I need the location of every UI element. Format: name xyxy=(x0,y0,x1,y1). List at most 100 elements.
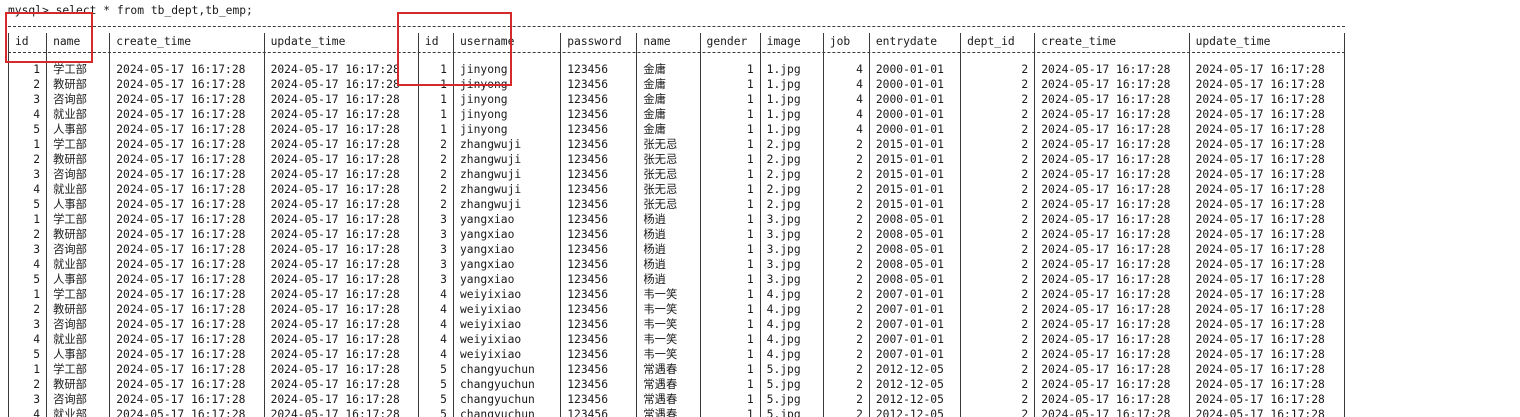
table-cell: 1 xyxy=(699,392,761,407)
table-row: 3 咨询部 2024-05-17 16:17:28 2024-05-17 16:17:… xyxy=(7,242,1346,257)
table-cell: 教研部 xyxy=(46,227,111,242)
table-cell: 学工部 xyxy=(46,362,111,377)
table-cell: 5 xyxy=(7,197,48,212)
table-cell: 2007-01-01 xyxy=(868,332,962,347)
table-cell: 2 xyxy=(960,137,1036,152)
table-cell: 2024-05-17 16:17:28 xyxy=(1034,392,1190,407)
table-cell: 1 xyxy=(417,92,454,107)
table-cell: 2024-05-17 16:17:28 xyxy=(263,377,419,392)
table-cell: 2 xyxy=(960,152,1036,167)
table-cell: 123456 xyxy=(560,122,638,137)
table-cell: 2.jpg xyxy=(759,182,824,197)
table-cell: 1 xyxy=(7,137,48,152)
table-cell: changyuchun xyxy=(452,392,562,407)
table-cell: 1 xyxy=(699,182,761,197)
table-cell: 2024-05-17 16:17:28 xyxy=(263,122,419,137)
table-cell: 杨逍 xyxy=(636,212,701,227)
table-row: 3 咨询部 2024-05-17 16:17:28 2024-05-17 16:17:… xyxy=(7,167,1346,182)
table-cell: 2024-05-17 16:17:28 xyxy=(1034,62,1190,77)
table-cell: 1 xyxy=(699,212,761,227)
table-cell: 4 xyxy=(822,92,870,107)
table-row: 1 学工部 2024-05-17 16:17:28 2024-05-17 16:17:… xyxy=(7,362,1346,377)
table-cell: 3 xyxy=(417,242,454,257)
table-cell: 2024-05-17 16:17:28 xyxy=(1188,137,1346,152)
table-cell: 人事部 xyxy=(46,347,111,362)
table-cell: 就业部 xyxy=(46,107,111,122)
table-header-row: id name create_time update_time id usern… xyxy=(7,33,1346,51)
table-cell: 5.jpg xyxy=(759,392,824,407)
table-cell: 123456 xyxy=(560,107,638,122)
table-cell: 2.jpg xyxy=(759,197,824,212)
table-cell: 2024-05-17 16:17:28 xyxy=(1034,332,1190,347)
table-cell: 2 xyxy=(960,392,1036,407)
table-cell: 2 xyxy=(960,107,1036,122)
table-cell: 2 xyxy=(822,347,870,362)
table-cell: 2015-01-01 xyxy=(868,197,962,212)
header-separator xyxy=(8,52,1345,53)
table-row: 4 就业部 2024-05-17 16:17:28 2024-05-17 16:17:… xyxy=(7,332,1346,347)
table-cell: 123456 xyxy=(560,272,638,287)
table-cell: 2024-05-17 16:17:28 xyxy=(1034,77,1190,92)
table-cell: 2024-05-17 16:17:28 xyxy=(263,362,419,377)
table-row: 5 人事部 2024-05-17 16:17:28 2024-05-17 16:17:… xyxy=(7,272,1346,287)
col-header-update-time: update_time xyxy=(263,33,419,51)
table-cell: 2 xyxy=(960,407,1036,417)
table-cell: 1 xyxy=(699,272,761,287)
table-cell: 常遇春 xyxy=(636,392,701,407)
table-cell: 2024-05-17 16:17:28 xyxy=(109,377,265,392)
table-cell: 2 xyxy=(822,167,870,182)
table-cell: 2024-05-17 16:17:28 xyxy=(1188,62,1346,77)
table-cell: zhangwuji xyxy=(452,167,562,182)
table-cell: yangxiao xyxy=(452,242,562,257)
table-cell: 123456 xyxy=(560,152,638,167)
table-cell: 2015-01-01 xyxy=(868,182,962,197)
table-cell: 2 xyxy=(822,317,870,332)
table-cell: 2 xyxy=(822,257,870,272)
table-cell: weiyixiao xyxy=(452,317,562,332)
table-cell: 2 xyxy=(822,242,870,257)
table-cell: 3.jpg xyxy=(759,272,824,287)
table-cell: 2024-05-17 16:17:28 xyxy=(1188,257,1346,272)
table-cell: 2024-05-17 16:17:28 xyxy=(109,62,265,77)
table-cell: 2024-05-17 16:17:28 xyxy=(1034,167,1190,182)
table-cell: 2024-05-17 16:17:28 xyxy=(1188,212,1346,227)
table-cell: 2024-05-17 16:17:28 xyxy=(1188,347,1346,362)
table-row: 1 学工部 2024-05-17 16:17:28 2024-05-17 16:17:… xyxy=(7,212,1346,227)
table-cell: 2012-12-05 xyxy=(868,392,962,407)
table-cell: 2024-05-17 16:17:28 xyxy=(1034,107,1190,122)
table-cell: 2012-12-05 xyxy=(868,407,962,417)
table-cell: 2024-05-17 16:17:28 xyxy=(1034,407,1190,417)
table-cell: 1 xyxy=(7,212,48,227)
col-header-create-time: create_time xyxy=(109,33,265,51)
table-cell: 2 xyxy=(417,152,454,167)
table-cell: 1 xyxy=(7,62,48,77)
table-cell: 张无忌 xyxy=(636,167,701,182)
table-cell: jinyong xyxy=(452,62,562,77)
table-cell: 2008-05-01 xyxy=(868,272,962,287)
table-cell: 2024-05-17 16:17:28 xyxy=(1034,362,1190,377)
table-row: 2 教研部 2024-05-17 16:17:28 2024-05-17 16:17:… xyxy=(7,227,1346,242)
table-cell: 123456 xyxy=(560,227,638,242)
table-row: 3 咨询部 2024-05-17 16:17:28 2024-05-17 16:17:… xyxy=(7,317,1346,332)
table-cell: 就业部 xyxy=(46,332,111,347)
table-cell: jinyong xyxy=(452,122,562,137)
table-cell: 2024-05-17 16:17:28 xyxy=(1034,287,1190,302)
table-cell: 2 xyxy=(822,287,870,302)
table-cell: 2024-05-17 16:17:28 xyxy=(263,92,419,107)
table-cell: 2024-05-17 16:17:28 xyxy=(109,137,265,152)
table-cell: 金庸 xyxy=(636,122,701,137)
table-row: 1 学工部 2024-05-17 16:17:28 2024-05-17 16:17:… xyxy=(7,137,1346,152)
table-cell: 2024-05-17 16:17:28 xyxy=(1034,347,1190,362)
table-cell: 2008-05-01 xyxy=(868,257,962,272)
table-cell: 2024-05-17 16:17:28 xyxy=(263,257,419,272)
table-cell: 2007-01-01 xyxy=(868,317,962,332)
table-cell: 2024-05-17 16:17:28 xyxy=(1188,197,1346,212)
table-cell: 2024-05-17 16:17:28 xyxy=(1188,167,1346,182)
table-cell: 金庸 xyxy=(636,77,701,92)
table-cell: 3 xyxy=(7,242,48,257)
table-cell: 2024-05-17 16:17:28 xyxy=(263,272,419,287)
table-cell: 3 xyxy=(417,272,454,287)
table-cell: 2024-05-17 16:17:28 xyxy=(1034,242,1190,257)
table-cell: 常遇春 xyxy=(636,377,701,392)
table-cell: 2 xyxy=(7,77,48,92)
